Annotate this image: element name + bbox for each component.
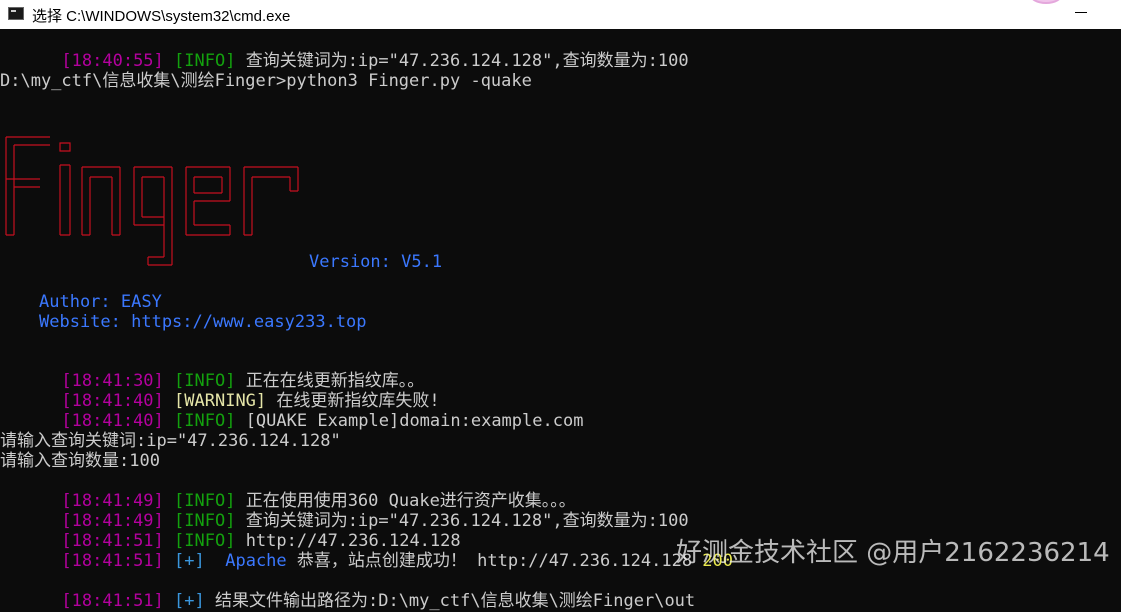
title-bar[interactable]: 选择 C:\WINDOWS\system32\cmd.exe — [0, 0, 1121, 29]
log-line: [18:41:40] [INFO] [QUAKE Example]domain:… — [0, 391, 583, 431]
log-line: [18:41:40] [WARNING] 在线更新指纹库失败! — [0, 371, 439, 411]
timestamp: [18:40:55] — [61, 51, 164, 71]
log-line: [18:41:51] [+] 结果文件输出路径为:D:\my_ctf\信息收集\… — [0, 571, 695, 611]
window-title: 选择 C:\WINDOWS\system32\cmd.exe — [32, 8, 291, 25]
log-message: 恭喜，站点创建成功！ http://47.236.124.128 — [286, 551, 703, 571]
log-level: [+] — [174, 591, 205, 611]
log-line: [18:41:51] [INFO] http://47.236.124.128 — [0, 511, 460, 551]
log-line: [18:40:55] [INFO] 查询关键词为:ip="47.236.124.… — [0, 31, 688, 71]
timestamp: [18:41:51] — [61, 591, 164, 611]
cmd-window: 选择 C:\WINDOWS\system32\cmd.exe [18:40:55… — [0, 0, 1121, 612]
watermark: 好测金技术社区 @用户2162236214 — [676, 538, 1110, 568]
command-prompt: D:\my_ctf\信息收集\测绘Finger>python3 Finger.p… — [0, 71, 532, 91]
version-label: Version: V5.1 — [309, 252, 443, 272]
input-line: 请输入查询关键词:ip="47.236.124.128" — [0, 431, 341, 451]
log-line: [18:41:51] [+] Apache 恭喜，站点创建成功！ http://… — [0, 531, 733, 571]
input-line: 请输入查询数量:100 — [0, 451, 160, 471]
console-output[interactable]: [18:40:55] [INFO] 查询关键词为:ip="47.236.124.… — [0, 29, 1121, 612]
log-message: [QUAKE Example]domain:example.com — [235, 411, 584, 431]
log-line: [18:41:49] [INFO] 正在使用使用360 Quake进行资产收集。… — [0, 471, 575, 511]
server-name: Apache — [225, 551, 287, 571]
finger-ascii-logo — [5, 136, 299, 266]
log-message: 查询关键词为:ip="47.236.124.128",查询数量为:100 — [235, 51, 689, 71]
minimize-button[interactable] — [1075, 12, 1087, 13]
log-line: [18:41:49] [INFO] 查询关键词为:ip="47.236.124.… — [0, 491, 688, 531]
log-line: [18:41:30] [INFO] 正在在线更新指纹库。。 — [0, 351, 424, 391]
timestamp: [18:41:51] — [61, 551, 164, 571]
website-link: Website: https://www.easy233.top — [39, 312, 367, 332]
log-level: [INFO] — [174, 51, 236, 71]
author-label: Author: EASY — [39, 292, 162, 312]
log-level: [+] — [174, 551, 205, 571]
log-level: [INFO] — [174, 411, 236, 431]
cmd-icon — [8, 7, 24, 20]
avatar — [1029, 0, 1063, 4]
timestamp: [18:41:40] — [61, 411, 164, 431]
log-message: 结果文件输出路径为:D:\my_ctf\信息收集\测绘Finger\out — [204, 591, 696, 611]
